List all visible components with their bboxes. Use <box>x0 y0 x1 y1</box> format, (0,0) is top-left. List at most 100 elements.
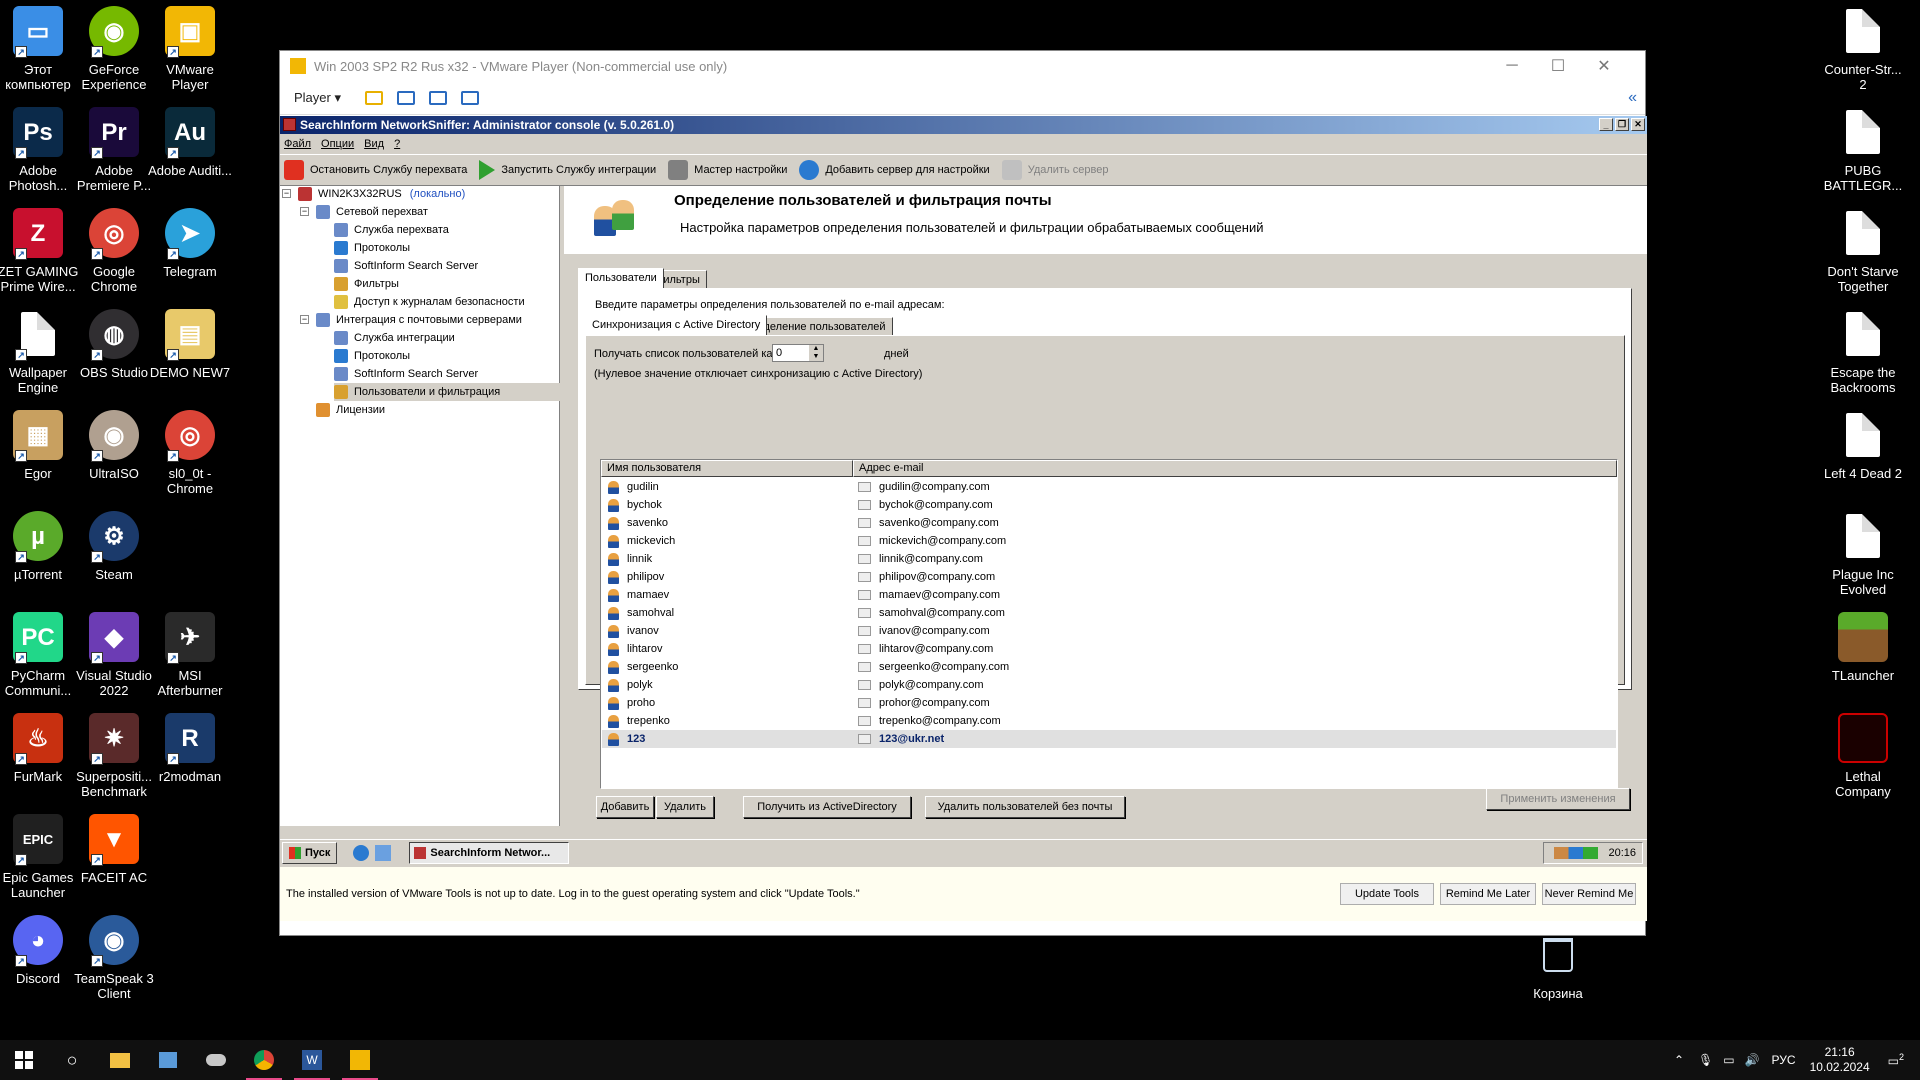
search-icon[interactable]: ○ <box>48 1040 96 1080</box>
delete-user-button[interactable]: Удалить <box>656 796 714 818</box>
desktop-icon-vmware[interactable]: ▣ ↗ VMware Player <box>147 6 233 92</box>
desktop-icon-chrome-profile[interactable]: ◎ ↗ sl0_0t - Chrome <box>147 410 233 496</box>
user-row[interactable]: trepenko trepenko@company.com <box>602 712 1616 730</box>
desktop-icon-folder-image[interactable]: ▦ ↗ Egor <box>0 410 81 481</box>
remind-later-button[interactable]: Remind Me Later <box>1440 883 1536 905</box>
user-row[interactable]: ivanov ivanov@company.com <box>602 622 1616 640</box>
pause-icon[interactable] <box>365 90 383 105</box>
recycle-bin[interactable]: Корзина <box>1515 930 1601 1001</box>
taskbar-task-searchinform[interactable]: SearchInform Networ... <box>409 841 570 864</box>
desktop-icon-steam[interactable]: ⚙ ↗ Steam <box>71 511 157 582</box>
collapse-toolbar-icon[interactable]: « <box>1628 89 1637 107</box>
get-from-ad-button[interactable]: Получить из ActiveDirectory <box>743 796 911 818</box>
add-user-button[interactable]: Добавить <box>596 796 654 818</box>
user-row[interactable]: gudilin gudilin@company.com <box>602 478 1616 496</box>
column-header-email[interactable]: Адрес e-mail <box>853 460 1617 477</box>
desktop-icon-teamspeak[interactable]: ◉ ↗ TeamSpeak 3 Client <box>71 915 157 1001</box>
maximize-button[interactable]: ☐ <box>1535 51 1581 81</box>
desktop-icon-visual-studio[interactable]: ◆ ↗ Visual Studio 2022 <box>71 612 157 698</box>
tree-item-6[interactable]: − Интеграция с почтовыми серверами <box>300 311 522 329</box>
chevron-up-icon[interactable]: ⌃ <box>1674 1053 1684 1067</box>
player-menu[interactable]: Player ▾ <box>288 87 347 109</box>
desktop-icon-audition[interactable]: Au ↗ Adobe Auditi... <box>147 107 233 178</box>
tree-item-9[interactable]: SoftInform Search Server <box>334 365 478 383</box>
network-icon[interactable]: ▭ <box>1723 1053 1734 1067</box>
tree-item-11[interactable]: Лицензии <box>316 401 385 419</box>
user-row[interactable]: lihtarov lihtarov@company.com <box>602 640 1616 658</box>
tree-item-2[interactable]: Протоколы <box>334 239 410 257</box>
desktop-icon-computer[interactable]: ▭ ↗ Этот компьютер <box>0 6 81 92</box>
tree-item-8[interactable]: Протоколы <box>334 347 410 365</box>
start-button[interactable]: Пуск <box>282 841 338 864</box>
desktop-icon-right-2[interactable]: Don't Starve Together <box>1820 208 1906 294</box>
stepper-arrows-icon[interactable]: ▲ ▼ <box>809 345 823 361</box>
send-ctrl-alt-del-icon[interactable] <box>397 90 415 105</box>
tree-item-0[interactable]: − Сетевой перехват <box>300 203 428 221</box>
close-button[interactable]: ✕ <box>1581 51 1627 81</box>
user-row[interactable]: proho prohor@company.com <box>602 694 1616 712</box>
desktop-icon-msi-afterburner[interactable]: ✈ ↗ MSI Afterburner <box>147 612 233 698</box>
fullscreen-icon[interactable] <box>429 90 447 105</box>
tree-item-1[interactable]: Служба перехвата <box>334 221 449 239</box>
desktop-icon-superposition[interactable]: ✷ ↗ Superpositi... Benchmark <box>71 713 157 799</box>
tree-item-3[interactable]: SoftInform Search Server <box>334 257 478 275</box>
vmware-taskbar-icon[interactable] <box>336 1040 384 1080</box>
desktop-icon-folder[interactable]: ▤ ↗ DEMO NEW7 <box>147 309 233 380</box>
desktop-icon-premiere[interactable]: Pr ↗ Adobe Premiere P... <box>71 107 157 193</box>
desktop-icon-telegram[interactable]: ➤ ↗ Telegram <box>147 208 233 279</box>
user-row[interactable]: savenko savenko@company.com <box>602 514 1616 532</box>
menu-item-0[interactable]: Файл <box>284 138 311 150</box>
tree-item-7[interactable]: Служба интеграции <box>334 329 455 347</box>
menu-item-3[interactable]: ? <box>394 138 400 150</box>
desktop-icon-ultraiso[interactable]: ◉ ↗ UltraISO <box>71 410 157 481</box>
tree-item-10[interactable]: Пользователи и фильтрация <box>334 383 560 401</box>
desktop-icon-right-5[interactable]: Plague Inc Evolved <box>1820 511 1906 597</box>
desktop-icon-utorrent[interactable]: µ ↗ µTorrent <box>0 511 81 582</box>
desktop-icon-right-6[interactable]: TLauncher <box>1820 612 1906 683</box>
add-server-button[interactable]: Добавить сервер для настройки <box>799 160 990 180</box>
desktop-icon-epic-games[interactable]: EPIC ↗ Epic Games Launcher <box>0 814 81 900</box>
app-shortcut-icon[interactable] <box>192 1040 240 1080</box>
stop-capture-service-button[interactable]: Остановить Службу перехвата <box>284 160 467 180</box>
menu-item-2[interactable]: Вид <box>364 138 384 150</box>
remove-server-button[interactable]: Удалить сервер <box>1001 160 1108 180</box>
desktop-quicklaunch-icon[interactable] <box>375 844 392 861</box>
desktop-icon-discord[interactable]: ◕ ↗ Discord <box>0 915 81 986</box>
never-remind-button[interactable]: Never Remind Me <box>1542 883 1636 905</box>
user-row[interactable]: sergeenko sergeenko@company.com <box>602 658 1616 676</box>
notifications-icon[interactable]: ▭2 <box>1888 1052 1904 1068</box>
start-button[interactable] <box>0 1040 48 1080</box>
user-row[interactable]: mamaev mamaev@company.com <box>602 586 1616 604</box>
update-tools-button[interactable]: Update Tools <box>1340 883 1434 905</box>
app-close-button[interactable]: ✕ <box>1631 118 1645 131</box>
user-row[interactable]: polyk polyk@company.com <box>602 676 1616 694</box>
language-indicator[interactable]: РУС <box>1772 1053 1796 1067</box>
column-header-username[interactable]: Имя пользователя <box>601 460 853 477</box>
desktop-icon-chrome[interactable]: ◎ ↗ Google Chrome <box>71 208 157 294</box>
collapse-toggle-icon[interactable]: − <box>300 207 309 216</box>
collapse-toggle-icon[interactable]: − <box>282 189 291 198</box>
tree-root-server[interactable]: − WIN2K3X32RUS (локально) <box>282 185 465 203</box>
desktop-icon-furmark[interactable]: ♨ ↗ FurMark <box>0 713 81 784</box>
desktop-icon-r2modman[interactable]: R ↗ r2modman <box>147 713 233 784</box>
file-explorer-icon[interactable] <box>96 1040 144 1080</box>
user-row[interactable]: linnik linnik@company.com <box>602 550 1616 568</box>
desktop-icon-faceit[interactable]: ▼ ↗ FACEIT AC <box>71 814 157 885</box>
sync-days-stepper[interactable]: 0 ▲ ▼ <box>772 344 824 362</box>
desktop-icon-right-3[interactable]: Escape the Backrooms <box>1820 309 1906 395</box>
desktop-icon-zet-gaming[interactable]: Z ↗ ZET GAMING Prime Wire... <box>0 208 81 294</box>
user-row[interactable]: 123 123@ukr.net <box>602 730 1616 748</box>
microphone-icon[interactable]: 🎙 <box>1698 1053 1713 1067</box>
store-app-icon[interactable] <box>144 1040 192 1080</box>
setup-wizard-button[interactable]: Мастер настройки <box>668 160 787 180</box>
desktop-icon-nvidia[interactable]: ◉ ↗ GeForce Experience <box>71 6 157 92</box>
desktop-icon-right-7[interactable]: Lethal Company <box>1820 713 1906 799</box>
desktop-icon-photoshop[interactable]: Ps ↗ Adobe Photosh... <box>0 107 81 193</box>
app-minimize-button[interactable]: _ <box>1599 118 1613 131</box>
chrome-taskbar-icon[interactable] <box>240 1040 288 1080</box>
user-row[interactable]: samohval samohval@company.com <box>602 604 1616 622</box>
collapse-toggle-icon[interactable]: − <box>300 315 309 324</box>
start-integration-service-button[interactable]: Запустить Службу интеграции <box>479 160 656 180</box>
clock[interactable]: 21:16 10.02.2024 <box>1810 1045 1870 1075</box>
tab-users[interactable]: Пользователи <box>578 268 664 288</box>
